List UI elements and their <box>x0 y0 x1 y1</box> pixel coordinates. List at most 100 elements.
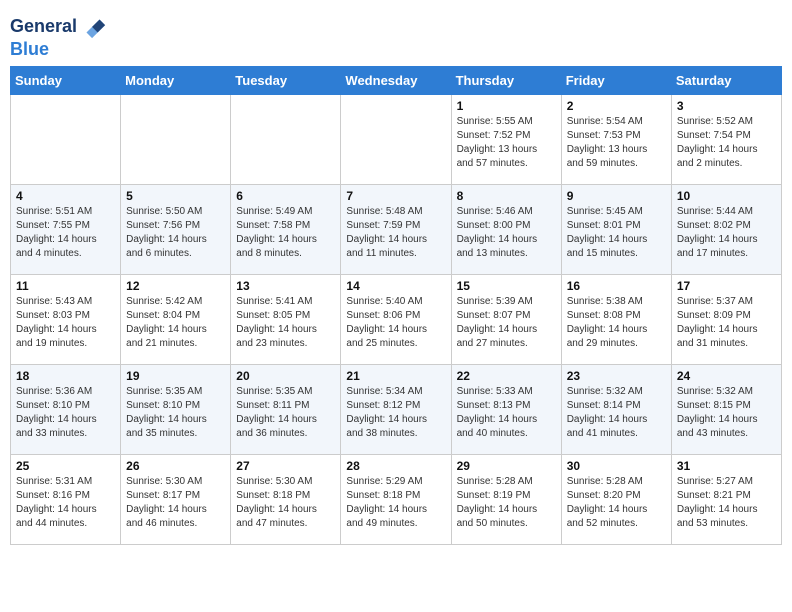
logo: General Blue <box>10 14 107 60</box>
weekday-header: Tuesday <box>231 67 341 95</box>
day-number: 7 <box>346 189 445 203</box>
weekday-header: Saturday <box>671 67 781 95</box>
day-number: 9 <box>567 189 666 203</box>
day-info: Sunrise: 5:36 AM Sunset: 8:10 PM Dayligh… <box>16 385 115 441</box>
calendar-cell: 17 Sunrise: 5:37 AM Sunset: 8:09 PM Dayli… <box>671 275 781 365</box>
calendar-cell <box>121 95 231 185</box>
calendar-cell: 6 Sunrise: 5:49 AM Sunset: 7:58 PM Daylig… <box>231 185 341 275</box>
day-info: Sunrise: 5:29 AM Sunset: 8:18 PM Dayligh… <box>346 475 445 531</box>
calendar-cell: 8 Sunrise: 5:46 AM Sunset: 8:00 PM Daylig… <box>451 185 561 275</box>
day-info: Sunrise: 5:28 AM Sunset: 8:20 PM Dayligh… <box>567 475 666 531</box>
day-info: Sunrise: 5:44 AM Sunset: 8:02 PM Dayligh… <box>677 205 776 261</box>
weekday-header: Thursday <box>451 67 561 95</box>
calendar-cell: 13 Sunrise: 5:41 AM Sunset: 8:05 PM Dayli… <box>231 275 341 365</box>
calendar-cell: 28 Sunrise: 5:29 AM Sunset: 8:18 PM Dayli… <box>341 455 451 545</box>
logo-text: General <box>10 17 77 37</box>
calendar-body: 1 Sunrise: 5:55 AM Sunset: 7:52 PM Daylig… <box>11 95 782 545</box>
calendar-cell: 30 Sunrise: 5:28 AM Sunset: 8:20 PM Dayli… <box>561 455 671 545</box>
calendar-cell: 14 Sunrise: 5:40 AM Sunset: 8:06 PM Dayli… <box>341 275 451 365</box>
day-number: 27 <box>236 459 335 473</box>
day-info: Sunrise: 5:28 AM Sunset: 8:19 PM Dayligh… <box>457 475 556 531</box>
weekday-header: Wednesday <box>341 67 451 95</box>
day-info: Sunrise: 5:32 AM Sunset: 8:14 PM Dayligh… <box>567 385 666 441</box>
day-info: Sunrise: 5:37 AM Sunset: 8:09 PM Dayligh… <box>677 295 776 351</box>
day-number: 29 <box>457 459 556 473</box>
day-info: Sunrise: 5:50 AM Sunset: 7:56 PM Dayligh… <box>126 205 225 261</box>
weekday-header: Sunday <box>11 67 121 95</box>
day-info: Sunrise: 5:39 AM Sunset: 8:07 PM Dayligh… <box>457 295 556 351</box>
calendar-week-row: 1 Sunrise: 5:55 AM Sunset: 7:52 PM Daylig… <box>11 95 782 185</box>
weekday-header: Monday <box>121 67 231 95</box>
day-number: 28 <box>346 459 445 473</box>
day-info: Sunrise: 5:35 AM Sunset: 8:10 PM Dayligh… <box>126 385 225 441</box>
calendar-cell <box>11 95 121 185</box>
day-number: 5 <box>126 189 225 203</box>
day-number: 6 <box>236 189 335 203</box>
day-info: Sunrise: 5:40 AM Sunset: 8:06 PM Dayligh… <box>346 295 445 351</box>
page-header: General Blue <box>10 10 782 60</box>
calendar-week-row: 11Sunrise: 5:43 AM Sunset: 8:03 PM Dayli… <box>11 275 782 365</box>
day-info: Sunrise: 5:55 AM Sunset: 7:52 PM Dayligh… <box>457 115 556 171</box>
day-number: 30 <box>567 459 666 473</box>
calendar-cell: 19 Sunrise: 5:35 AM Sunset: 8:10 PM Dayli… <box>121 365 231 455</box>
calendar-cell: 4 Sunrise: 5:51 AM Sunset: 7:55 PM Daylig… <box>11 185 121 275</box>
day-number: 31 <box>677 459 776 473</box>
calendar-cell: 16Sunrise: 5:38 AM Sunset: 8:08 PM Dayli… <box>561 275 671 365</box>
logo-blue-text: Blue <box>10 39 49 59</box>
day-info: Sunrise: 5:41 AM Sunset: 8:05 PM Dayligh… <box>236 295 335 351</box>
calendar-cell: 25 Sunrise: 5:31 AM Sunset: 8:16 PM Dayli… <box>11 455 121 545</box>
day-number: 20 <box>236 369 335 383</box>
day-info: Sunrise: 5:54 AM Sunset: 7:53 PM Dayligh… <box>567 115 666 171</box>
calendar-cell: 9 Sunrise: 5:45 AM Sunset: 8:01 PM Daylig… <box>561 185 671 275</box>
calendar-week-row: 25 Sunrise: 5:31 AM Sunset: 8:16 PM Dayli… <box>11 455 782 545</box>
calendar-week-row: 4 Sunrise: 5:51 AM Sunset: 7:55 PM Daylig… <box>11 185 782 275</box>
day-number: 13 <box>236 279 335 293</box>
day-number: 26 <box>126 459 225 473</box>
day-number: 2 <box>567 99 666 113</box>
day-info: Sunrise: 5:45 AM Sunset: 8:01 PM Dayligh… <box>567 205 666 261</box>
day-info: Sunrise: 5:43 AM Sunset: 8:03 PM Dayligh… <box>16 295 115 351</box>
calendar-cell <box>231 95 341 185</box>
day-number: 4 <box>16 189 115 203</box>
day-number: 14 <box>346 279 445 293</box>
day-info: Sunrise: 5:48 AM Sunset: 7:59 PM Dayligh… <box>346 205 445 261</box>
day-number: 17 <box>677 279 776 293</box>
day-number: 12 <box>126 279 225 293</box>
calendar-cell: 3 Sunrise: 5:52 AM Sunset: 7:54 PM Daylig… <box>671 95 781 185</box>
calendar-cell: 31Sunrise: 5:27 AM Sunset: 8:21 PM Dayli… <box>671 455 781 545</box>
calendar-cell: 29 Sunrise: 5:28 AM Sunset: 8:19 PM Dayli… <box>451 455 561 545</box>
calendar-cell: 23 Sunrise: 5:32 AM Sunset: 8:14 PM Dayli… <box>561 365 671 455</box>
day-info: Sunrise: 5:34 AM Sunset: 8:12 PM Dayligh… <box>346 385 445 441</box>
calendar-cell: 24 Sunrise: 5:32 AM Sunset: 8:15 PM Dayli… <box>671 365 781 455</box>
day-info: Sunrise: 5:51 AM Sunset: 7:55 PM Dayligh… <box>16 205 115 261</box>
calendar-cell: 1 Sunrise: 5:55 AM Sunset: 7:52 PM Daylig… <box>451 95 561 185</box>
day-number: 15 <box>457 279 556 293</box>
day-info: Sunrise: 5:49 AM Sunset: 7:58 PM Dayligh… <box>236 205 335 261</box>
calendar-cell: 18 Sunrise: 5:36 AM Sunset: 8:10 PM Dayli… <box>11 365 121 455</box>
day-info: Sunrise: 5:33 AM Sunset: 8:13 PM Dayligh… <box>457 385 556 441</box>
day-info: Sunrise: 5:35 AM Sunset: 8:11 PM Dayligh… <box>236 385 335 441</box>
day-info: Sunrise: 5:32 AM Sunset: 8:15 PM Dayligh… <box>677 385 776 441</box>
day-number: 18 <box>16 369 115 383</box>
calendar-cell: 22 Sunrise: 5:33 AM Sunset: 8:13 PM Dayli… <box>451 365 561 455</box>
day-info: Sunrise: 5:46 AM Sunset: 8:00 PM Dayligh… <box>457 205 556 261</box>
day-info: Sunrise: 5:30 AM Sunset: 8:18 PM Dayligh… <box>236 475 335 531</box>
calendar-week-row: 18 Sunrise: 5:36 AM Sunset: 8:10 PM Dayli… <box>11 365 782 455</box>
day-number: 19 <box>126 369 225 383</box>
calendar-cell: 15 Sunrise: 5:39 AM Sunset: 8:07 PM Dayli… <box>451 275 561 365</box>
calendar-cell: 20 Sunrise: 5:35 AM Sunset: 8:11 PM Dayli… <box>231 365 341 455</box>
day-number: 3 <box>677 99 776 113</box>
day-number: 10 <box>677 189 776 203</box>
calendar-cell: 10 Sunrise: 5:44 AM Sunset: 8:02 PM Dayli… <box>671 185 781 275</box>
day-number: 8 <box>457 189 556 203</box>
calendar-cell: 7 Sunrise: 5:48 AM Sunset: 7:59 PM Daylig… <box>341 185 451 275</box>
day-number: 21 <box>346 369 445 383</box>
calendar-header-row: SundayMondayTuesdayWednesdayThursdayFrid… <box>11 67 782 95</box>
day-info: Sunrise: 5:31 AM Sunset: 8:16 PM Dayligh… <box>16 475 115 531</box>
day-number: 25 <box>16 459 115 473</box>
day-number: 22 <box>457 369 556 383</box>
day-number: 1 <box>457 99 556 113</box>
day-info: Sunrise: 5:52 AM Sunset: 7:54 PM Dayligh… <box>677 115 776 171</box>
day-number: 24 <box>677 369 776 383</box>
day-number: 23 <box>567 369 666 383</box>
